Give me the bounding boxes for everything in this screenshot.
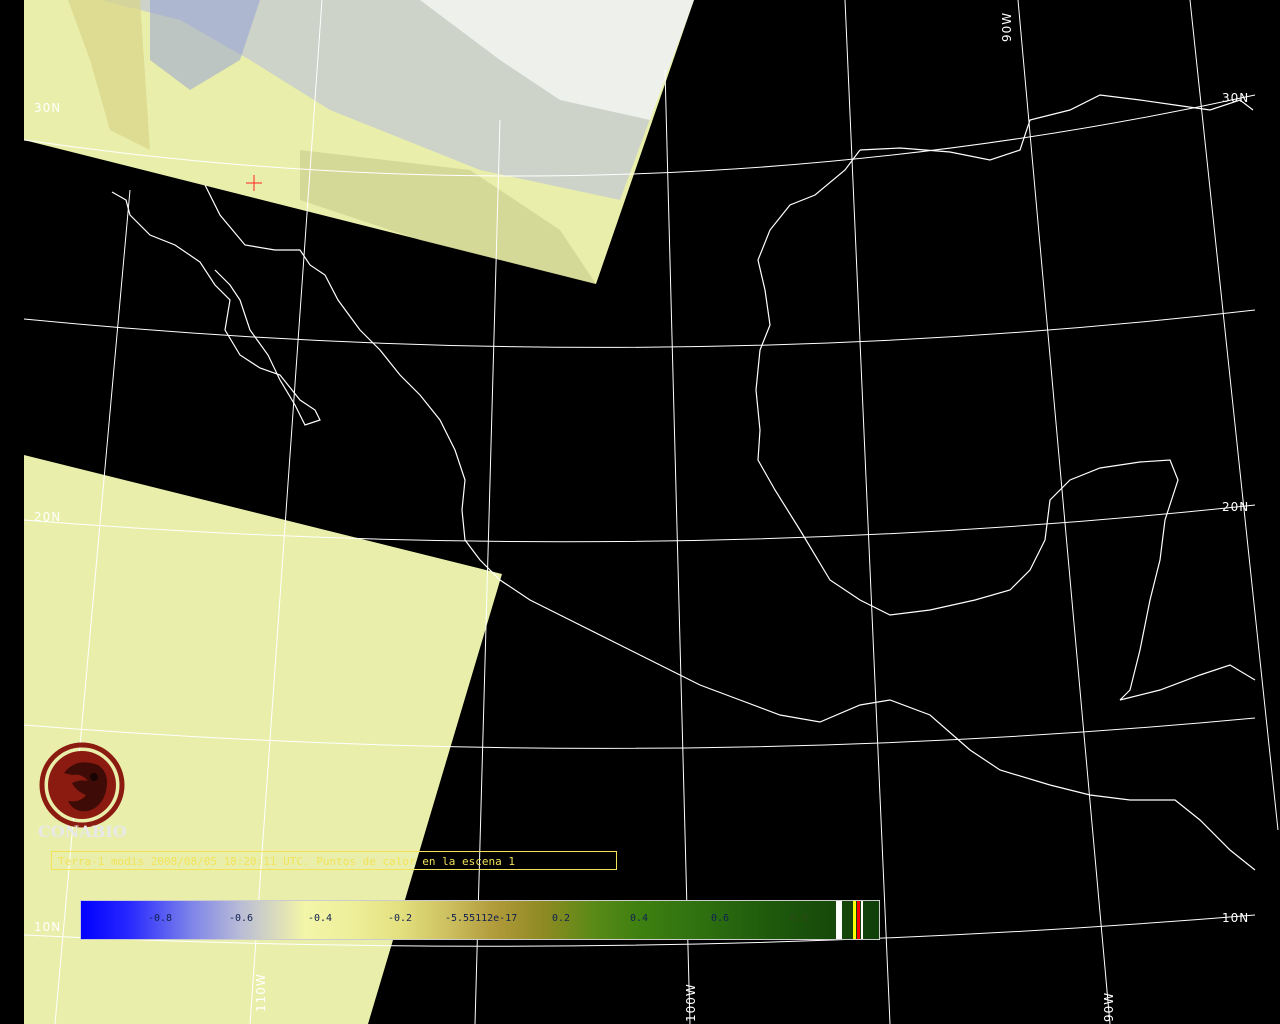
label-lat-20n-left: 20N	[34, 510, 62, 524]
scene-caption: Terra-1 modis 2008/08/05 18:20:11 UTC. P…	[51, 851, 617, 870]
label-lat-10n-left: 10N	[34, 920, 62, 934]
label-lon-90w-bottom: 90W	[1102, 991, 1116, 1022]
colorbar-tick-label: 0.4	[630, 913, 649, 924]
colorbar-tick-label: -0.2	[388, 913, 413, 924]
colorbar-tick-label: -0.8	[148, 913, 173, 924]
colorbar-tick-label: 0.6	[711, 913, 730, 924]
label-lat-10n-right: 10N	[1222, 911, 1250, 925]
colorbar-stripe-white	[836, 901, 842, 939]
label-lat-20n-right: 20N	[1222, 500, 1250, 514]
colorbar-tick-label: -0.6	[229, 913, 254, 924]
colorbar-tick-label: 0.8	[790, 913, 809, 924]
map-canvas[interactable]	[0, 0, 1280, 1024]
label-lat-30n-left: 30N	[34, 101, 62, 115]
colorbar-stripe-white-2	[861, 901, 863, 939]
label-lon-100w-bottom: 100W	[684, 983, 698, 1022]
label-lon-110w-bottom: 110W	[254, 973, 268, 1012]
colorbar-tick-label: 0.2	[552, 913, 571, 924]
colorbar-tick-label: -0.4	[308, 913, 333, 924]
colorbar-tick-label: -5.55112e-17	[445, 913, 518, 924]
conabio-logo-text: CONABIO	[38, 822, 127, 841]
colorbar-stripe-red	[857, 901, 860, 939]
colorbar-stripe-yellow	[853, 901, 856, 939]
label-lon-90w-top: 90W	[1000, 11, 1014, 42]
label-lat-30n-right: 30N	[1222, 91, 1250, 105]
